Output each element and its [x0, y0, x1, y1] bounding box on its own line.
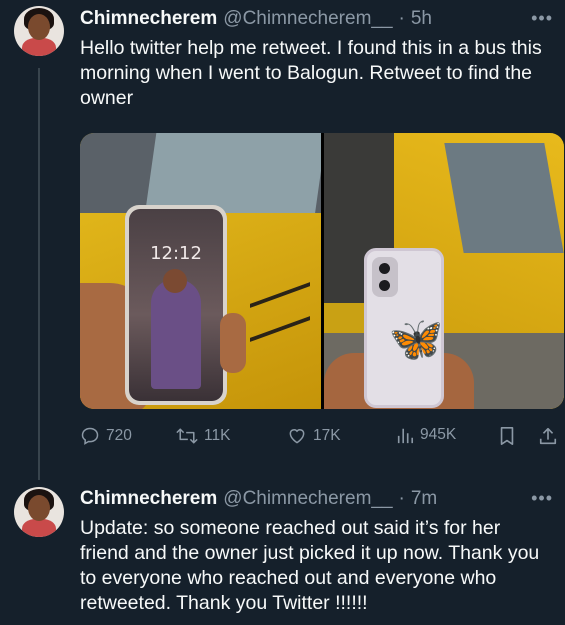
photo-phone-front[interactable]: 12:12 [80, 133, 321, 409]
bus-window [443, 143, 564, 253]
fingers [220, 313, 246, 373]
avatar-body [22, 519, 56, 537]
camera-lens [378, 263, 390, 274]
avatar-face [28, 14, 50, 40]
avatar-face [28, 495, 50, 521]
retweet-icon [176, 428, 198, 444]
thread-connector-line [38, 68, 40, 480]
views-icon [397, 428, 414, 444]
tweet-media[interactable]: 12:12 🦋 [80, 133, 564, 409]
butterfly-case-decoration: 🦋 [388, 315, 444, 364]
share-icon [539, 427, 557, 445]
display-name[interactable]: Chimnecherem [80, 8, 217, 30]
tweet-header: Chimnecherem @Chimnecherem__ · 7m [80, 488, 437, 510]
retweet-button[interactable]: 11K [176, 426, 230, 446]
user-handle[interactable]: @Chimnecherem__ [223, 8, 392, 30]
lockscreen-clock: 12:12 [150, 243, 202, 264]
tweet-text: Update: so someone reached out said it’s… [80, 517, 540, 614]
reply-count: 720 [106, 427, 132, 444]
tweet-header: Chimnecherem @Chimnecherem__ · 5h [80, 8, 432, 30]
view-count: 945K [420, 426, 457, 443]
retweet-count: 11K [204, 427, 231, 444]
timestamp[interactable]: 7m [411, 488, 437, 510]
wallpaper-head [163, 269, 187, 293]
separator: · [398, 488, 405, 509]
reply-button[interactable]: 720 [80, 426, 132, 446]
display-name[interactable]: Chimnecherem [80, 488, 217, 510]
views-button[interactable]: 945K [396, 426, 456, 444]
bookmark-button[interactable] [498, 426, 516, 446]
bookmark-icon [500, 427, 514, 445]
camera-lens [378, 280, 390, 291]
tweet-actions: 720 11K 17K 945K [80, 426, 564, 450]
share-button[interactable] [538, 426, 558, 446]
avatar-body [22, 38, 56, 56]
more-options-icon[interactable]: ••• [531, 8, 553, 29]
avatar[interactable] [14, 487, 64, 537]
found-phone-back: 🦋 [363, 248, 444, 408]
more-options-icon[interactable]: ••• [531, 488, 553, 509]
like-count: 17K [313, 427, 341, 444]
photo-phone-back[interactable]: 🦋 [323, 133, 564, 409]
heart-icon [289, 429, 305, 444]
user-handle[interactable]: @Chimnecherem__ [223, 488, 392, 510]
wallpaper-person [151, 279, 201, 389]
avatar[interactable] [14, 6, 64, 56]
found-phone-front: 12:12 [125, 205, 227, 405]
timestamp[interactable]: 5h [411, 8, 432, 30]
lockscreen: 12:12 [129, 209, 223, 401]
tweet-text: Hello twitter help me retweet. I found t… [80, 37, 542, 109]
separator: · [398, 8, 405, 29]
like-button[interactable]: 17K [287, 426, 341, 446]
camera-module [371, 257, 398, 297]
reply-icon [81, 427, 99, 445]
